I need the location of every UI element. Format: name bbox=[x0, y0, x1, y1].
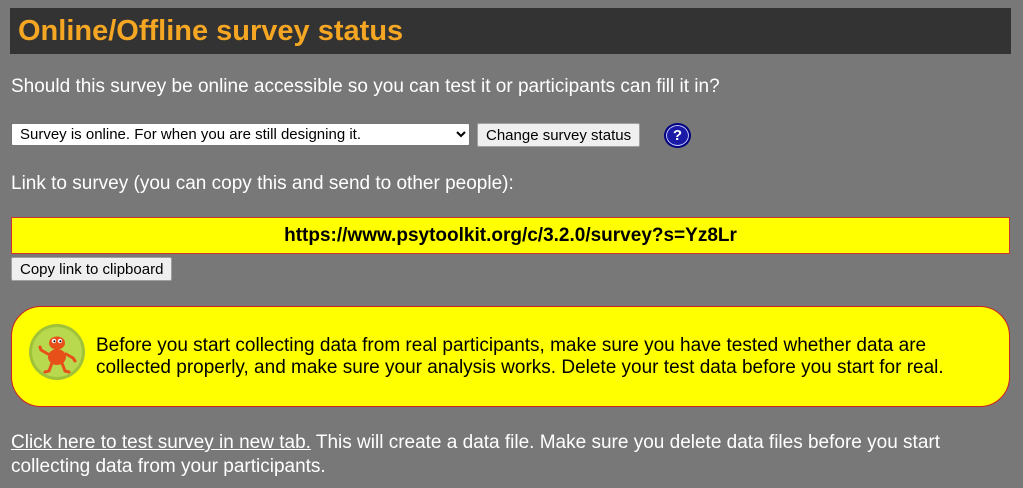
title-bar: Online/Offline survey status bbox=[10, 8, 1011, 54]
notice-text: Before you start collecting data from re… bbox=[96, 335, 944, 378]
change-survey-status-button[interactable]: Change survey status bbox=[477, 123, 641, 147]
footer-text-block: Click here to test survey in new tab. Th… bbox=[11, 431, 1011, 479]
copy-link-button[interactable]: Copy link to clipboard bbox=[11, 257, 173, 281]
test-survey-link[interactable]: Click here to test survey in new tab. bbox=[11, 432, 311, 453]
page-title: Online/Offline survey status bbox=[18, 15, 404, 47]
link-label: Link to survey (you can copy this and se… bbox=[11, 173, 514, 194]
mascot-icon bbox=[29, 324, 85, 380]
survey-question: Should this survey be online accessible … bbox=[11, 76, 720, 97]
notice-box: Before you start collecting data from re… bbox=[11, 306, 1010, 407]
survey-link-box: https://www.psytoolkit.org/c/3.2.0/surve… bbox=[11, 217, 1010, 254]
question-mark-icon[interactable]: ? bbox=[664, 123, 691, 148]
survey-status-select[interactable]: Survey is online. For when you are still… bbox=[11, 123, 470, 146]
